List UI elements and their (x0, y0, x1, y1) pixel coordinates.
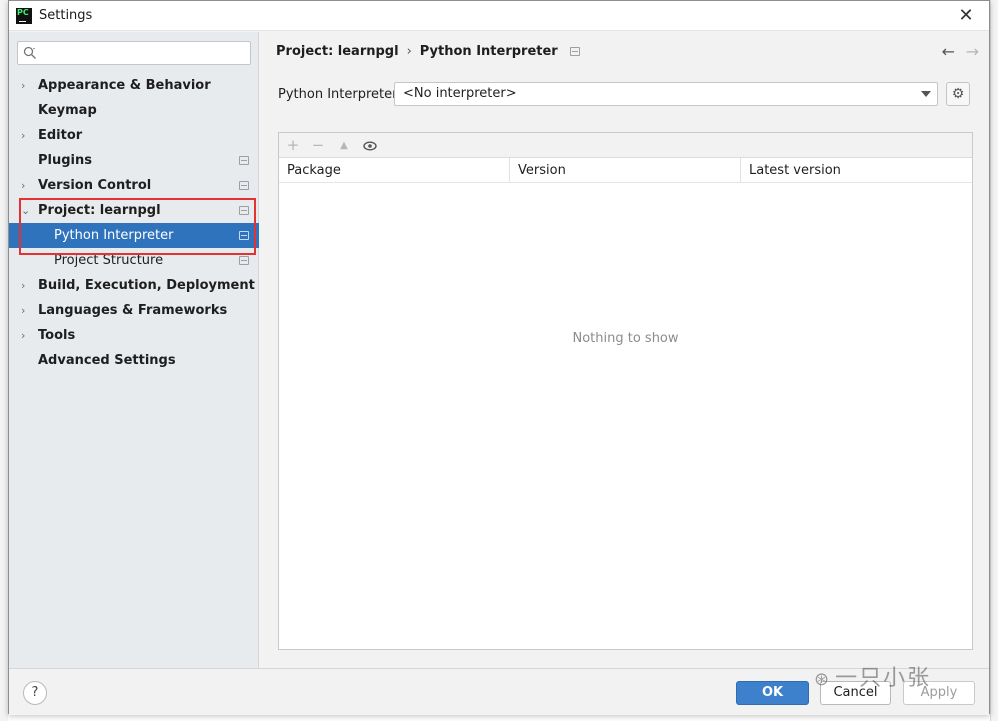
sidebar-item-editor[interactable]: › Editor (9, 123, 259, 148)
breadcrumb-parent[interactable]: Project: learnpgl (276, 44, 399, 59)
sidebar-item-label: Editor (38, 128, 83, 143)
sidebar-item-label: Appearance & Behavior (38, 78, 211, 93)
upgrade-package-icon[interactable]: ▲ (335, 137, 353, 155)
gear-icon: ⚙ (951, 86, 965, 102)
sidebar-item-version-control[interactable]: › Version Control (9, 173, 259, 198)
sidebar-item-appearance-behavior[interactable]: › Appearance & Behavior (9, 73, 259, 98)
project-settings-icon (239, 231, 249, 240)
dialog-footer: ? OK Cancel Apply (9, 668, 989, 715)
project-settings-icon (239, 156, 249, 165)
sidebar-item-label: Build, Execution, Deployment (38, 278, 255, 293)
sidebar-item-label: Project: learnpgl (38, 203, 161, 218)
project-settings-icon (239, 256, 249, 265)
sidebar-item-advanced-settings[interactable]: Advanced Settings (9, 348, 259, 373)
settings-tree: › Appearance & Behavior Keymap › Editor … (9, 73, 259, 373)
search-icon (23, 46, 36, 59)
settings-search-input[interactable] (17, 41, 251, 65)
sidebar-item-label: Advanced Settings (38, 353, 176, 368)
forward-arrow-icon[interactable]: → (966, 42, 979, 61)
sidebar-item-tools[interactable]: › Tools (9, 323, 259, 348)
interpreter-selected-value: <No interpreter> (403, 86, 517, 101)
window-title: Settings (39, 8, 93, 23)
background-window-edge-left (0, 0, 8, 721)
remove-package-icon[interactable]: − (309, 137, 327, 155)
sidebar-item-plugins[interactable]: Plugins (9, 148, 259, 173)
chevron-right-icon: › (21, 279, 26, 292)
sidebar-item-label: Plugins (38, 153, 92, 168)
breadcrumb-separator: › (406, 44, 412, 59)
interpreter-dropdown[interactable]: <No interpreter> (394, 82, 938, 106)
column-header-package[interactable]: Package (279, 158, 510, 183)
settings-content: Project: learnpgl › Python Interpreter ← →… (260, 32, 989, 668)
sidebar-item-label: Version Control (38, 178, 152, 193)
help-button[interactable]: ? (23, 681, 47, 705)
add-package-icon[interactable]: + (284, 137, 302, 155)
chevron-right-icon: › (21, 179, 26, 192)
breadcrumb-current: Python Interpreter (419, 44, 558, 59)
empty-state-text: Nothing to show (572, 331, 679, 346)
pycharm-logo-icon: PC (16, 8, 32, 24)
packages-toolbar: + − ▲ (279, 133, 972, 158)
show-details-eye-icon[interactable] (361, 137, 379, 155)
apply-button[interactable]: Apply (903, 681, 975, 705)
project-settings-icon (569, 47, 580, 56)
sidebar-item-label: Keymap (38, 103, 97, 118)
sidebar-item-build-execution-deployment[interactable]: › Build, Execution, Deployment (9, 273, 259, 298)
packages-table: + − ▲ Package Version Latest version Not… (278, 132, 973, 650)
chevron-right-icon: › (21, 304, 26, 317)
project-settings-icon (239, 181, 249, 190)
breadcrumb: Project: learnpgl › Python Interpreter (276, 44, 580, 59)
interpreter-settings-button[interactable]: ⚙ (946, 82, 970, 106)
settings-dialog: PC Settings ✕ › Appearance & Behavior Ke… (8, 0, 990, 715)
chevron-down-icon: ⌄ (21, 204, 31, 217)
sidebar-item-label: Tools (38, 328, 76, 343)
sidebar-item-python-interpreter[interactable]: Python Interpreter (9, 223, 259, 248)
column-header-latest-version[interactable]: Latest version (741, 158, 972, 183)
sidebar-item-label: Python Interpreter (54, 228, 174, 243)
sidebar-item-label: Project Structure (54, 253, 164, 268)
column-header-version[interactable]: Version (510, 158, 741, 183)
sidebar-item-project-structure[interactable]: Project Structure (9, 248, 259, 273)
sidebar-item-label: Languages & Frameworks (38, 303, 228, 318)
sidebar-item-project[interactable]: ⌄ Project: learnpgl (9, 198, 259, 223)
cancel-button[interactable]: Cancel (820, 681, 891, 705)
sidebar-item-languages-frameworks[interactable]: › Languages & Frameworks (9, 298, 259, 323)
chevron-right-icon: › (21, 129, 26, 142)
interpreter-label: Python Interpreter: (278, 87, 402, 102)
project-settings-icon (239, 206, 249, 215)
ok-button[interactable]: OK (736, 681, 809, 705)
background-window-edge-right (990, 0, 998, 721)
close-button[interactable]: ✕ (943, 1, 989, 31)
chevron-right-icon: › (21, 79, 26, 92)
title-bar: PC Settings ✕ (9, 1, 989, 31)
back-arrow-icon[interactable]: ← (942, 42, 955, 61)
settings-sidebar: › Appearance & Behavior Keymap › Editor … (9, 32, 259, 668)
sidebar-item-keymap[interactable]: Keymap (9, 98, 259, 123)
dropdown-arrow-icon (921, 91, 931, 97)
chevron-right-icon: › (21, 329, 26, 342)
